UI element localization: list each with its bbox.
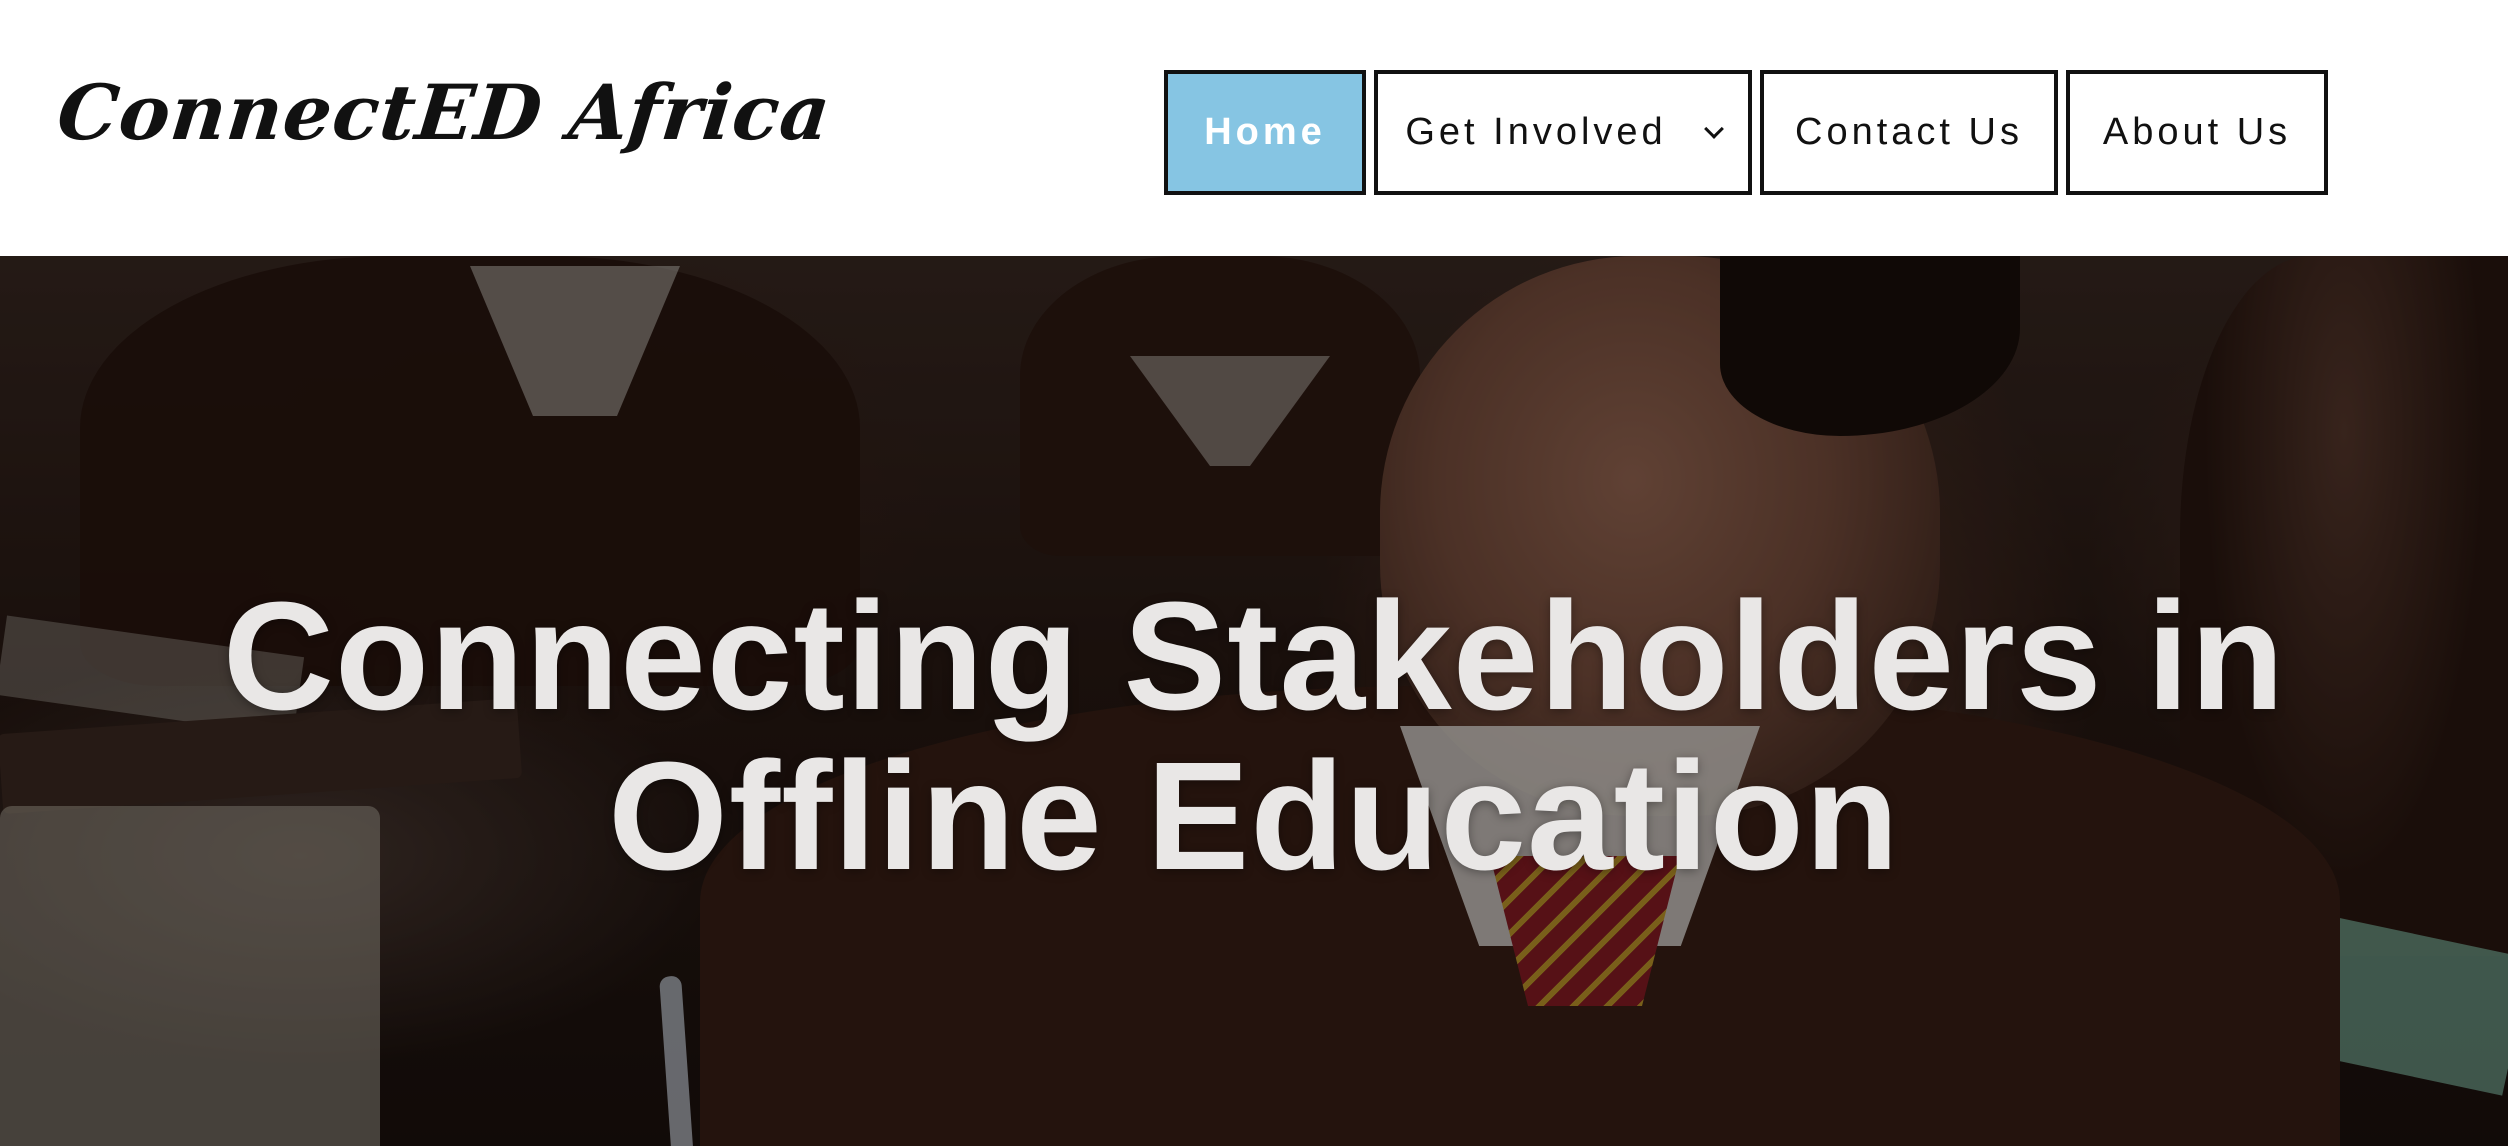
nav-get-involved-dropdown[interactable]: Get Involved: [1374, 70, 1752, 195]
nav-about-label: About Us: [2102, 111, 2292, 153]
nav-about-button[interactable]: About Us: [2066, 70, 2328, 195]
hero-banner: Connecting Stakeholders in Offline Educa…: [0, 256, 2508, 1146]
chevron-down-icon: [1703, 118, 1724, 139]
nav-contact-label: Contact Us: [1795, 111, 2023, 153]
site-header: ConnectED Africa Home Get Involved Conta…: [0, 0, 2508, 256]
nav-home-button[interactable]: Home: [1164, 70, 1366, 195]
nav-contact-button[interactable]: Contact Us: [1760, 70, 2058, 195]
nav-get-involved-label: Get Involved: [1405, 111, 1667, 153]
hero-title-line-2: Offline Education: [608, 730, 1900, 902]
hero-title: Connecting Stakeholders in Offline Educa…: [0, 576, 2508, 896]
hero-title-line-1: Connecting Stakeholders in: [222, 570, 2286, 742]
nav-home-label: Home: [1204, 111, 1326, 153]
site-logo[interactable]: ConnectED Africa: [53, 68, 835, 157]
